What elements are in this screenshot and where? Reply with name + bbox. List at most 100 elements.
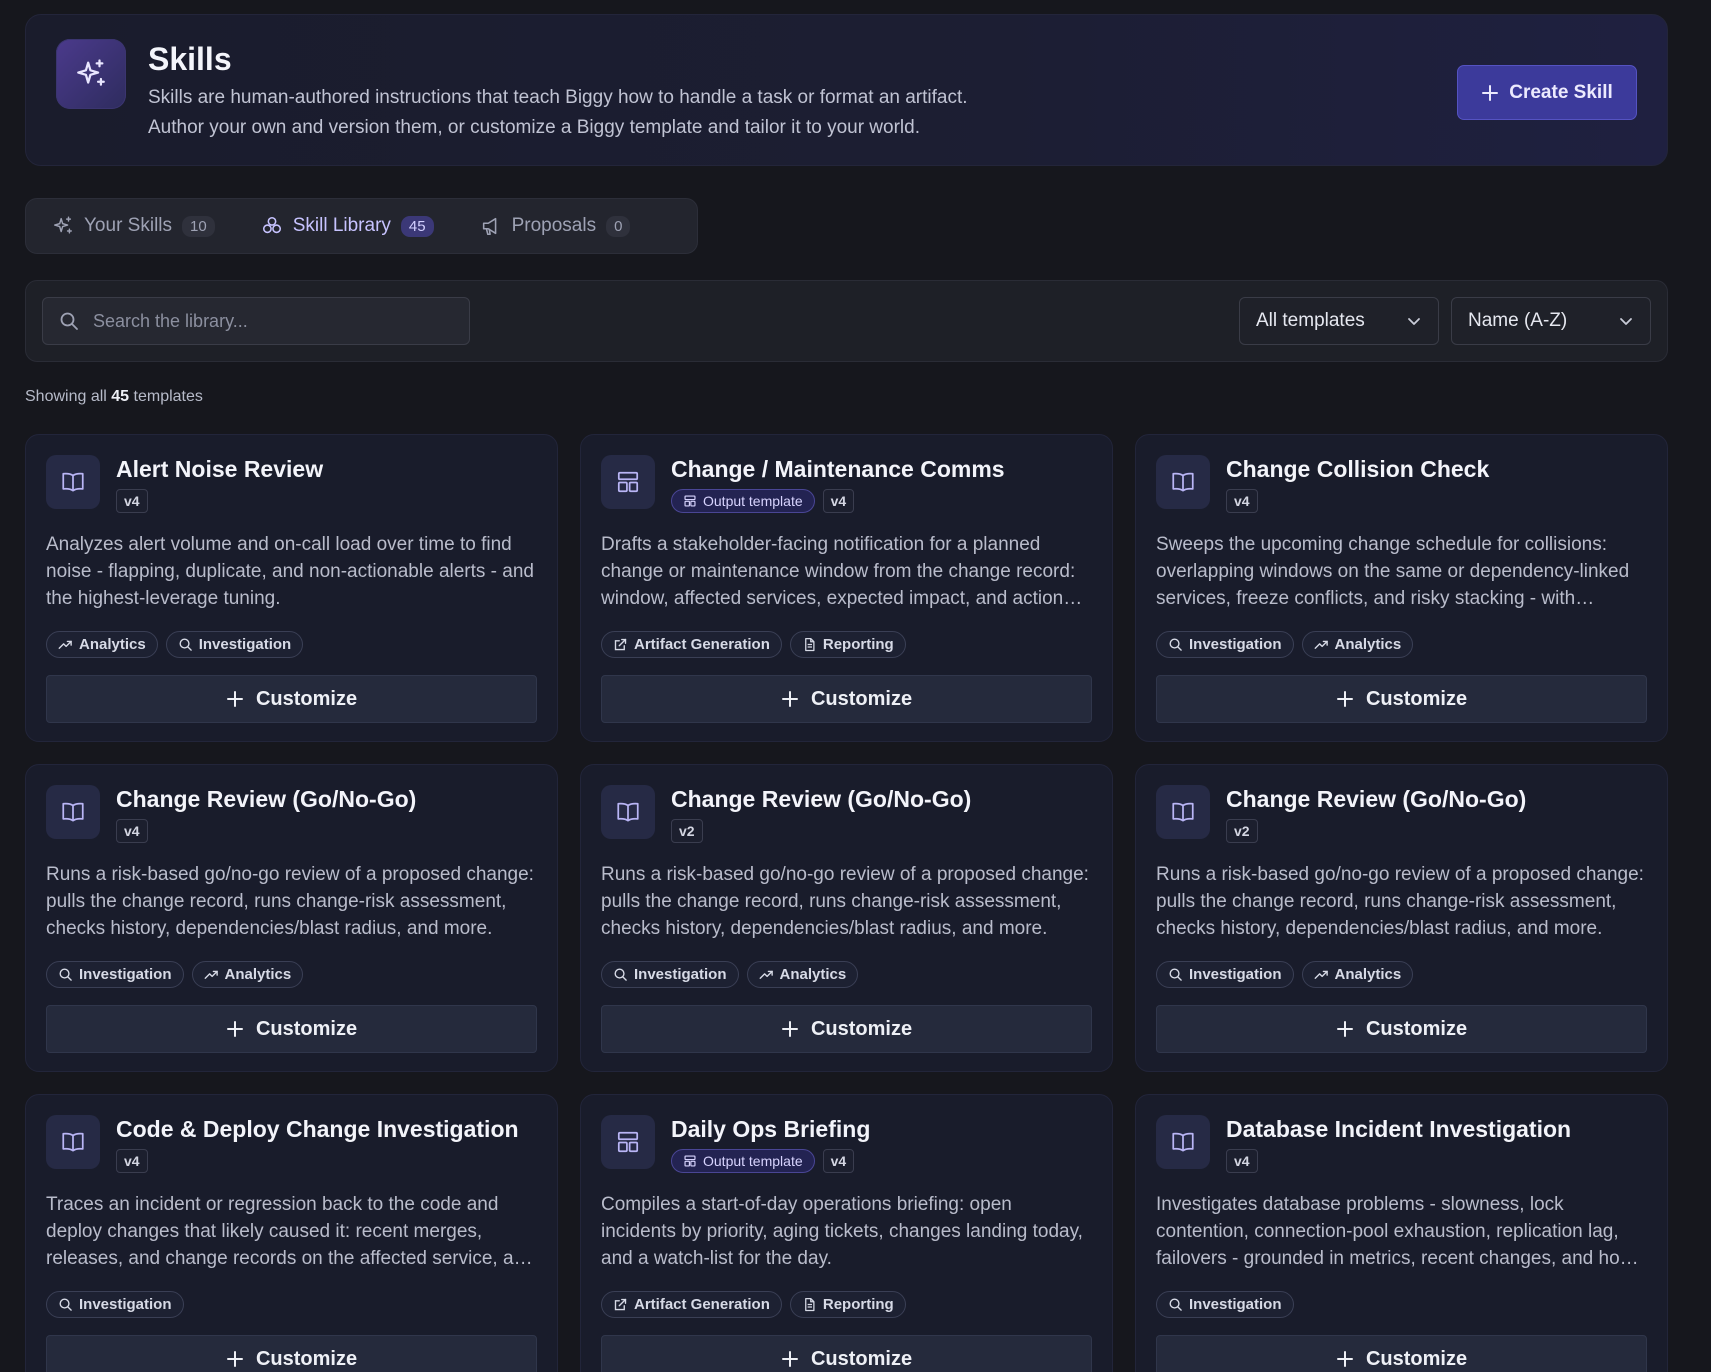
search-input[interactable] xyxy=(93,310,433,332)
customize-button[interactable]: Customize xyxy=(46,1335,537,1372)
library-toolbar: All templates Name (A-Z) xyxy=(25,280,1668,362)
tag-reporting: Reporting xyxy=(789,631,906,658)
page-description: Skills are human-authored instructions t… xyxy=(148,83,968,143)
tag-label: Investigation xyxy=(1189,636,1282,653)
tag-label: Investigation xyxy=(1189,966,1282,983)
tag-label: Analytics xyxy=(779,966,847,983)
customize-label: Customize xyxy=(810,1347,913,1370)
skill-card-badges: v4 xyxy=(116,489,323,513)
skill-card: Change Review (Go/No-Go) v2 Runs a risk-… xyxy=(1135,764,1668,1072)
link-icon xyxy=(613,1297,628,1312)
book-open-icon xyxy=(46,785,100,839)
document-icon xyxy=(802,1297,817,1312)
customize-button[interactable]: Customize xyxy=(1156,1005,1647,1053)
chevron-down-icon xyxy=(1618,313,1634,329)
sort-select[interactable]: Name (A-Z) xyxy=(1451,297,1651,345)
skill-card-title: Change Review (Go/No-Go) xyxy=(1226,786,1527,812)
tab-skill-library[interactable]: Skill Library 45 xyxy=(261,215,434,237)
megaphone-icon xyxy=(480,215,502,237)
version-badge: v4 xyxy=(116,1149,148,1173)
skill-card: Change Review (Go/No-Go) v4 Runs a risk-… xyxy=(25,764,558,1072)
output-template-label: Output template xyxy=(703,493,803,509)
results-suffix: templates xyxy=(133,388,203,405)
skill-card-tags: Artifact Generation Reporting xyxy=(601,1291,1092,1318)
skill-card-title: Code & Deploy Change Investigation xyxy=(116,1116,519,1142)
trending-up-icon xyxy=(759,967,774,982)
skill-card-tags: Artifact Generation Reporting xyxy=(601,631,1092,658)
search-icon xyxy=(59,311,79,331)
skill-card-description: Drafts a stakeholder-facing notification… xyxy=(601,534,1076,609)
skill-card-badges: Output template v4 xyxy=(671,1149,870,1173)
skill-card: Change Collision Check v4 Sweeps the upc… xyxy=(1135,434,1668,742)
customize-button[interactable]: Customize xyxy=(601,1335,1092,1372)
tag-label: Investigation xyxy=(1189,1296,1282,1313)
skill-card-description: Compiles a start-of-day operations brief… xyxy=(601,1194,1083,1269)
plus-icon xyxy=(226,1350,244,1368)
page-description-line-2: Author your own and version them, or cus… xyxy=(148,117,920,138)
tag-investigation: Investigation xyxy=(1156,631,1294,658)
create-skill-button[interactable]: Create Skill xyxy=(1457,65,1637,120)
tag-label: Analytics xyxy=(1334,966,1402,983)
skill-card-badges: Output template v4 xyxy=(671,489,1005,513)
skill-card-description: Analyzes alert volume and on-call load o… xyxy=(46,534,534,609)
create-skill-label: Create Skill xyxy=(1509,81,1613,103)
tag-investigation: Investigation xyxy=(46,1291,184,1318)
layout-template-icon xyxy=(683,1154,697,1168)
skill-card-tags: Investigation xyxy=(1156,1291,1647,1318)
customize-button[interactable]: Customize xyxy=(601,675,1092,723)
customize-button[interactable]: Customize xyxy=(46,675,537,723)
skill-card: Database Incident Investigation v4 Inves… xyxy=(1135,1094,1668,1372)
tag-investigation: Investigation xyxy=(601,961,739,988)
customize-button[interactable]: Customize xyxy=(601,1005,1092,1053)
customize-button[interactable]: Customize xyxy=(1156,1335,1647,1372)
customize-button[interactable]: Customize xyxy=(1156,675,1647,723)
search-icon xyxy=(58,1297,73,1312)
results-count: Showing all 45 templates xyxy=(25,388,1668,406)
book-open-icon xyxy=(1156,785,1210,839)
skill-card: Daily Ops Briefing Output template v4 Com… xyxy=(580,1094,1113,1372)
skill-card-description: Runs a risk-based go/no-go review of a p… xyxy=(601,864,1089,939)
results-number: 45 xyxy=(111,388,130,405)
customize-label: Customize xyxy=(1365,1017,1468,1040)
customize-label: Customize xyxy=(255,1347,358,1370)
search-box[interactable] xyxy=(42,297,470,345)
skill-card-tags: Investigation Analytics xyxy=(46,961,537,988)
template-filter-select[interactable]: All templates xyxy=(1239,297,1439,345)
customize-label: Customize xyxy=(810,1017,913,1040)
sort-value: Name (A-Z) xyxy=(1468,310,1568,331)
customize-label: Customize xyxy=(255,687,358,710)
tag-analytics: Analytics xyxy=(191,961,304,988)
skill-card-badges: v4 xyxy=(1226,1149,1571,1173)
trending-up-icon xyxy=(1314,637,1329,652)
book-open-icon xyxy=(1156,455,1210,509)
layout-template-icon xyxy=(601,455,655,509)
skill-card-title: Database Incident Investigation xyxy=(1226,1116,1572,1142)
search-icon xyxy=(1168,1297,1183,1312)
tab-your-skills[interactable]: Your Skills 10 xyxy=(52,215,215,237)
skill-card-tags: Investigation Analytics xyxy=(1156,961,1647,988)
customize-button[interactable]: Customize xyxy=(46,1005,537,1053)
skill-card-badges: v4 xyxy=(1226,489,1489,513)
customize-label: Customize xyxy=(810,687,913,710)
skill-card-description: Traces an incident or regression back to… xyxy=(46,1194,535,1269)
tab-label: Proposals xyxy=(511,215,597,236)
version-badge: v4 xyxy=(1226,1149,1258,1173)
tab-label: Skill Library xyxy=(292,215,391,236)
search-icon xyxy=(613,967,628,982)
version-badge: v4 xyxy=(822,489,855,513)
plus-icon xyxy=(781,690,799,708)
skill-card-title: Alert Noise Review xyxy=(116,456,324,482)
tag-investigation: Investigation xyxy=(165,631,304,658)
tag-label: Investigation xyxy=(79,1296,172,1313)
book-open-icon xyxy=(46,1115,100,1169)
skill-card-title: Change Collision Check xyxy=(1226,456,1490,482)
tab-proposals[interactable]: Proposals 0 xyxy=(480,215,631,237)
skill-card-description: Runs a risk-based go/no-go review of a p… xyxy=(46,864,534,939)
link-icon xyxy=(613,637,628,652)
tag-investigation: Investigation xyxy=(46,961,184,988)
page-description-line-1: Skills are human-authored instructions t… xyxy=(148,87,968,108)
chevron-down-icon xyxy=(1406,313,1422,329)
template-filter-value: All templates xyxy=(1256,310,1365,331)
tag-label: Analytics xyxy=(79,636,146,653)
tag-label: Investigation xyxy=(198,636,292,653)
